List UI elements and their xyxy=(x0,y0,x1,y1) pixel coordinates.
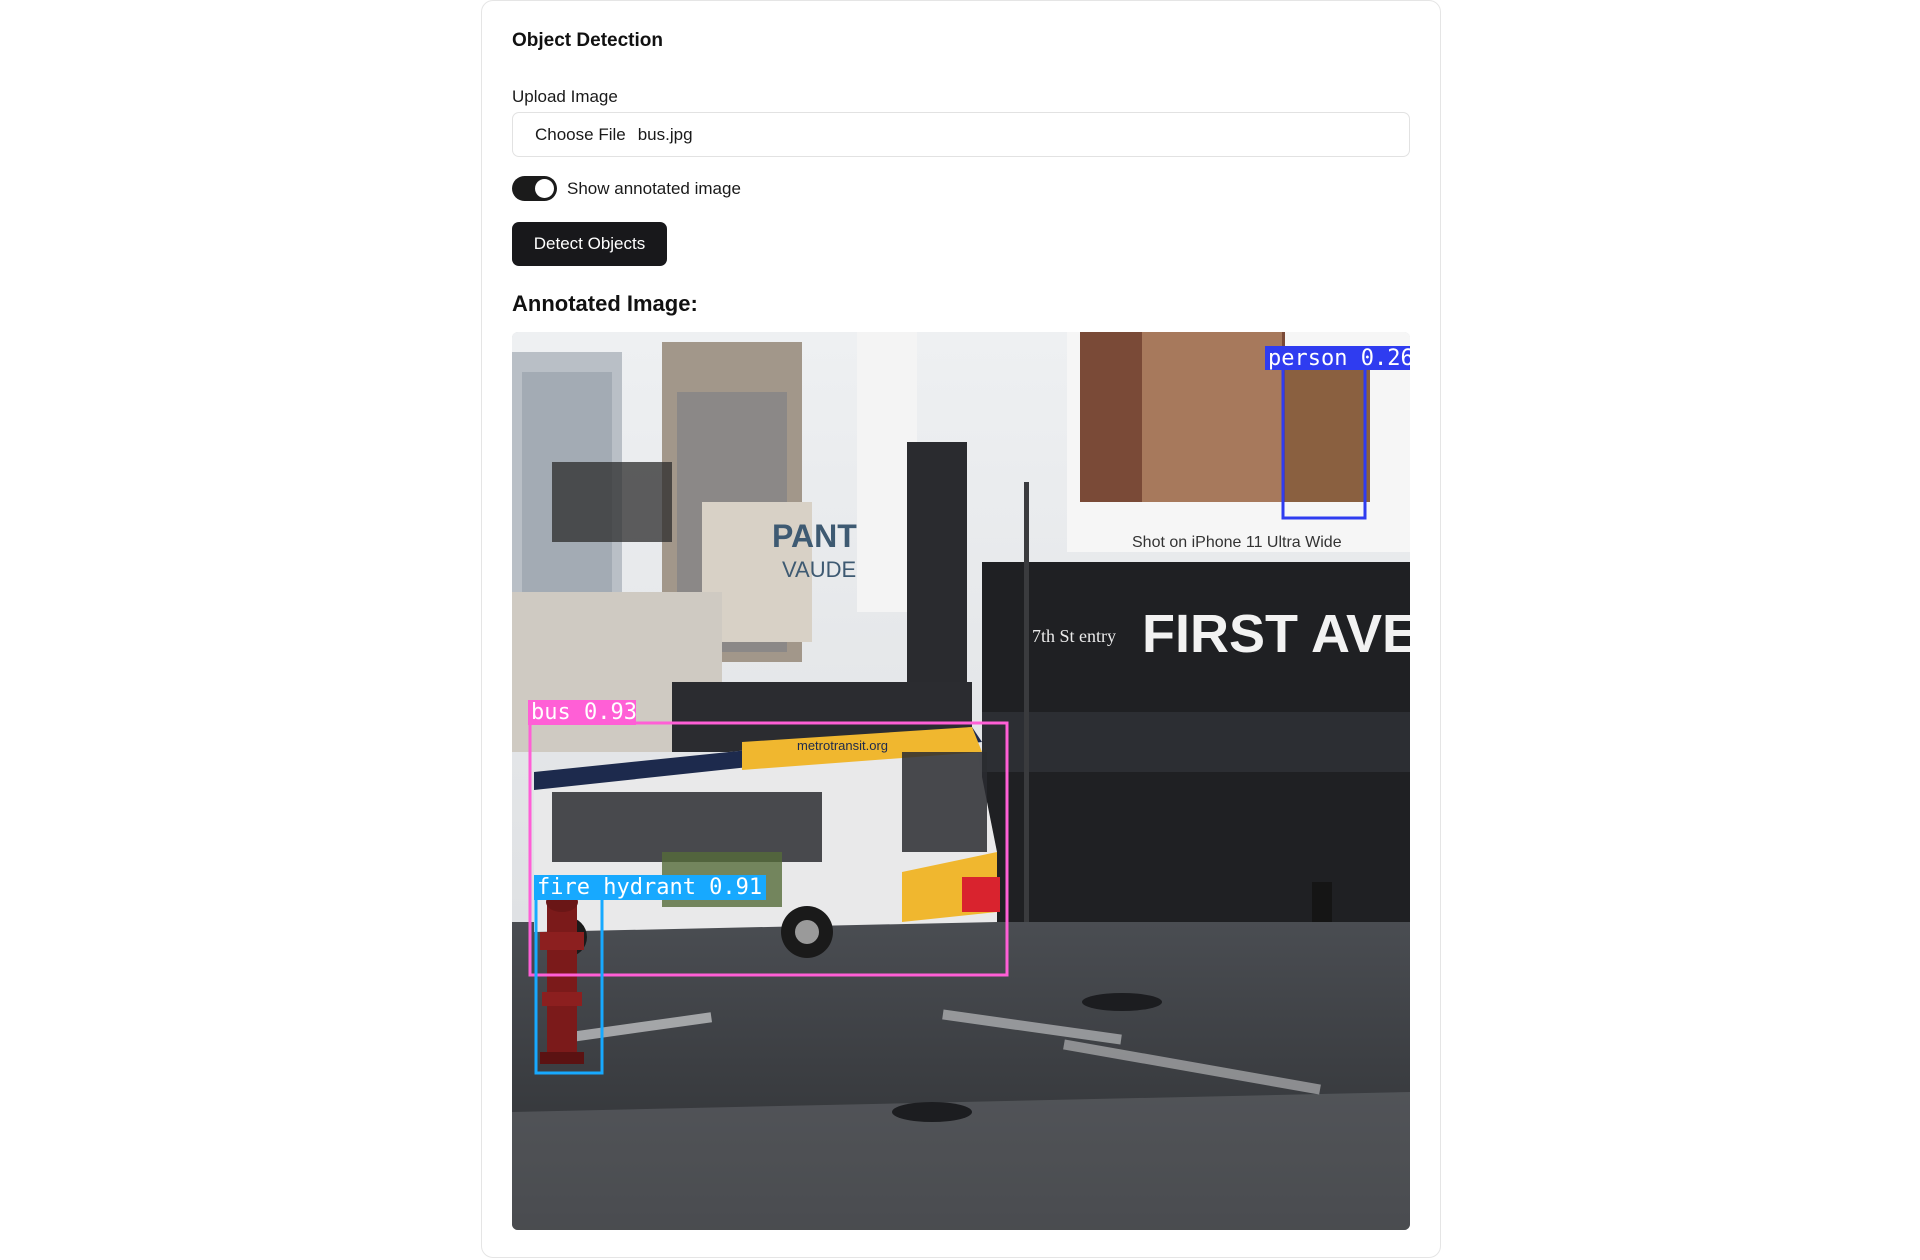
pant-sign: PANT xyxy=(772,518,857,554)
billboard-photo-right xyxy=(1285,362,1370,502)
rooftop-billboard xyxy=(552,462,672,542)
person-label: person 0.26 xyxy=(1268,346,1410,371)
detect-objects-button[interactable]: Detect Objects xyxy=(512,222,667,266)
bus-livery-text: metrotransit.org xyxy=(797,738,888,753)
annotated-toggle-row[interactable]: Show annotated image xyxy=(512,176,741,201)
show-annotated-toggle[interactable] xyxy=(512,176,557,201)
billboard-caption: Shot on iPhone 11 Ultra Wide xyxy=(1132,534,1342,551)
vaude-sign: VAUDE xyxy=(782,557,856,582)
card-title: Object Detection xyxy=(512,30,663,51)
fire-hydrant-label: fire hydrant 0.91 xyxy=(537,875,762,900)
show-annotated-label: Show annotated image xyxy=(567,178,741,198)
annotated-image: PANT VAUDE Shot on iPhone 11 Ultra Wide … xyxy=(512,332,1410,1230)
choose-file-button[interactable]: Choose File xyxy=(535,125,626,145)
manhole-2 xyxy=(1082,993,1162,1011)
file-input[interactable]: Choose File bus.jpg xyxy=(512,112,1410,157)
upload-image-label: Upload Image xyxy=(512,87,618,106)
7th-st-entry-sign: 7th St entry xyxy=(1032,626,1116,646)
bus-label: bus 0.93 xyxy=(531,700,637,725)
selected-file-name: bus.jpg xyxy=(637,124,693,144)
billboard-photo-highlight xyxy=(1142,332,1282,502)
manhole xyxy=(892,1102,972,1122)
first-avenue-sign: FIRST AVENUE xyxy=(1142,604,1410,664)
toggle-knob xyxy=(535,179,554,198)
annotated-image-canvas: PANT VAUDE Shot on iPhone 11 Ultra Wide … xyxy=(512,332,1410,1230)
annotated-image-heading: Annotated Image: xyxy=(512,291,698,316)
object-detection-card: Object Detection Upload Image Choose Fil… xyxy=(481,0,1441,1258)
street-lamp xyxy=(1024,482,1029,932)
first-avenue-band xyxy=(982,712,1410,772)
